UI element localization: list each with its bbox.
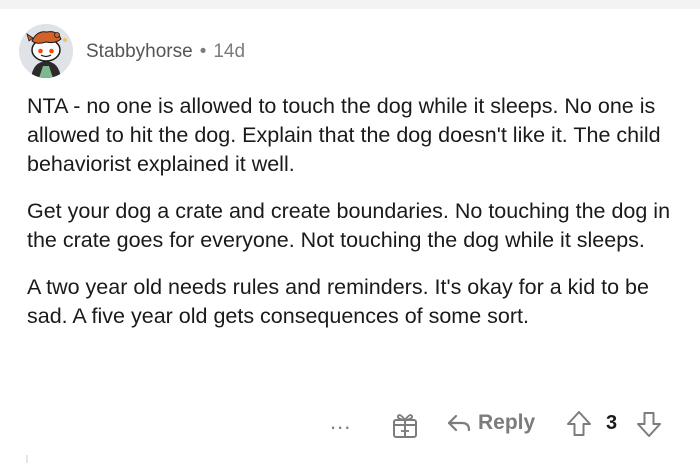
comment-body: NTA - no one is allowed to touch the dog… <box>27 92 677 349</box>
username-link[interactable]: Stabbyhorse <box>86 41 193 62</box>
reply-button[interactable]: Reply <box>446 411 535 435</box>
comment-paragraph: NTA - no one is allowed to touch the dog… <box>27 94 661 176</box>
comment-paragraph: A two year old needs rules and reminders… <box>27 275 649 328</box>
downvote-arrow-icon <box>637 412 661 437</box>
user-avatar[interactable] <box>19 24 73 78</box>
comment-meta: Stabbyhorse • 14d <box>86 41 245 63</box>
thread-line[interactable] <box>26 455 28 463</box>
reply-label: Reply <box>478 411 536 434</box>
upvote-arrow-icon <box>567 411 591 436</box>
reply-arrow-icon <box>447 414 471 432</box>
comment-age: 14d <box>213 41 246 62</box>
comment-paragraph: Get your dog a crate and create boundari… <box>27 199 671 252</box>
comment: Stabbyhorse • 14d NTA - no one is allowed … <box>0 9 700 463</box>
snoo-avatar-icon <box>19 24 73 78</box>
gift-icon <box>393 414 417 438</box>
downvote-button[interactable] <box>636 410 662 443</box>
comment-actions: ... Reply 3 <box>0 409 700 443</box>
award-button[interactable] <box>392 411 418 444</box>
upvote-button[interactable] <box>566 410 592 443</box>
meta-separator: • <box>199 41 207 62</box>
more-options-button[interactable]: ... <box>330 411 351 433</box>
vote-score: 3 <box>606 412 618 434</box>
previous-comment-divider <box>0 0 700 9</box>
